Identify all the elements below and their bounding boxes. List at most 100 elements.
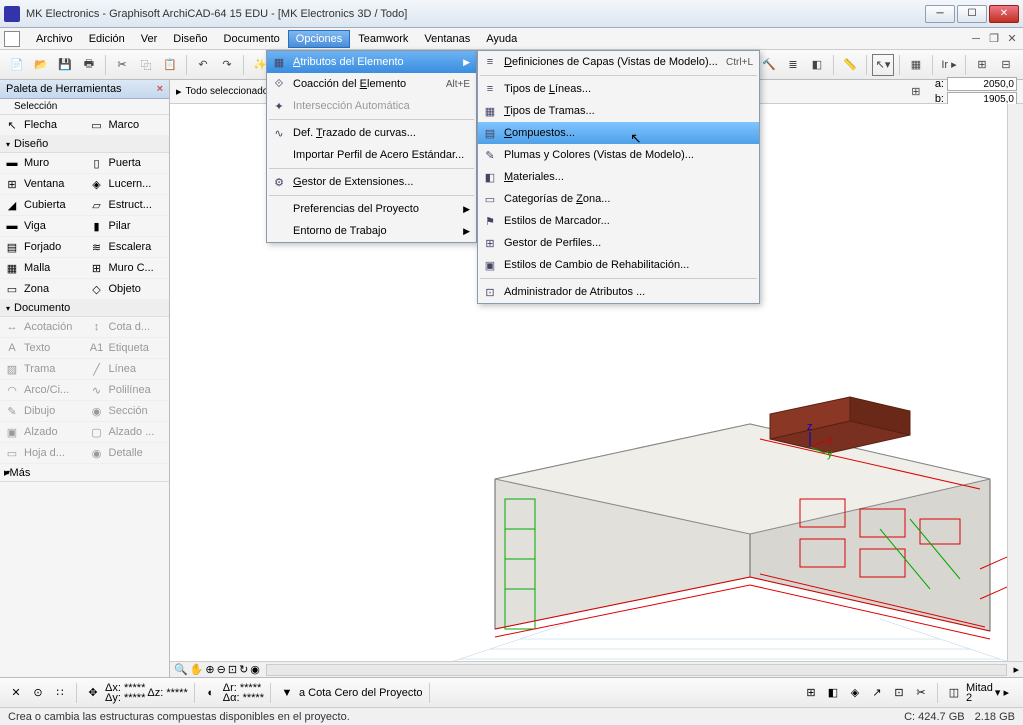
menu-item[interactable]: ⊞Gestor de Perfiles... [478,232,759,254]
tool-objeto[interactable]: ◇Objeto [85,279,170,300]
menu-ventanas[interactable]: Ventanas [416,30,478,48]
tool-forjado[interactable]: ▤Forjado [0,237,85,258]
nav-icon3[interactable]: ⊕ [205,663,214,676]
tool-polilnea[interactable]: ∿Polilínea [85,380,170,401]
menu-item[interactable]: ⚙Gestor de Extensiones... [267,171,476,193]
tb-open[interactable]: 📂 [30,54,52,76]
bb-snap[interactable]: ⊙ [28,683,48,703]
tb-ir[interactable]: Ir ▸ [938,54,960,76]
nav-icon5[interactable]: ⊡ [228,663,237,676]
nav-icon7[interactable]: ◉ [250,663,260,676]
bb-t2[interactable]: ◧ [823,683,843,703]
menu-item[interactable]: ⊡Administrador de Atributos ... [478,281,759,303]
section-documento[interactable]: Documento [0,300,169,317]
tb-new[interactable]: 📄 [6,54,28,76]
menu-documento[interactable]: Documento [216,30,288,48]
bb-origin[interactable]: ✕ [6,683,26,703]
tb-layer[interactable]: ≣ [782,54,804,76]
menu-item[interactable]: Preferencias del Proyecto▶ [267,198,476,220]
menu-teamwork[interactable]: Teamwork [350,30,416,48]
tb-redo[interactable]: ↷ [216,54,238,76]
menu-item[interactable]: ▤Compuestos... [478,122,759,144]
menu-archivo[interactable]: Archivo [28,30,81,48]
mdi-restore[interactable]: ❐ [987,32,1001,46]
nav-icon6[interactable]: ↻ [239,663,248,676]
tool-cubierta[interactable]: ◢Cubierta [0,195,85,216]
menu-item[interactable]: ⚑Estilos de Marcador... [478,210,759,232]
tool-lnea[interactable]: ╱Línea [85,359,170,380]
tool-detalle[interactable]: ◉Detalle [85,443,170,464]
menu-item[interactable]: ▭Categorías de Zona... [478,188,759,210]
menu-item[interactable]: Entorno de Trabajo▶ [267,220,476,242]
mdi-close[interactable]: ✕ [1005,32,1019,46]
palette-close[interactable]: × [157,83,163,95]
tool-hojad[interactable]: ▭Hoja d... [0,443,85,464]
bb-t3[interactable]: ◈ [845,683,865,703]
menu-item[interactable]: ⟐Coacción del ElementoAlt+E [267,73,476,95]
bb-t1[interactable]: ⊞ [801,683,821,703]
nav-right-icon[interactable]: ▸ [1013,663,1019,676]
menu-ayuda[interactable]: Ayuda [478,30,525,48]
bb-move[interactable]: ✥ [83,683,103,703]
menu-item[interactable]: ▦Atributos del Elemento▶ [267,51,476,73]
tb-measure[interactable]: 📏 [839,54,861,76]
tool-zona[interactable]: ▭Zona [0,279,85,300]
tb-cut[interactable]: ✂ [111,54,133,76]
mdi-minimize[interactable]: ─ [969,32,983,46]
bb-elev-icon[interactable]: ▼ [277,683,297,703]
section-diseno[interactable]: Diseño [0,136,169,153]
tb-undo[interactable]: ↶ [192,54,214,76]
vertical-scrollbar[interactable] [1007,104,1023,661]
tb-paste[interactable]: 📋 [159,54,181,76]
tool-alzado[interactable]: ▢Alzado ... [85,422,170,443]
tb-plot[interactable]: 🖶 [78,54,100,76]
bb-scale-icon[interactable]: ◫ [944,683,964,703]
tool-puerta[interactable]: ▯Puerta [85,153,170,174]
coord-icon[interactable]: ⊞ [905,81,927,103]
tool-escalera[interactable]: ≋Escalera [85,237,170,258]
tool-texto[interactable]: ATexto [0,338,85,359]
tb-save[interactable]: 💾 [54,54,76,76]
tool-muro[interactable]: ▬Muro [0,153,85,174]
menu-item[interactable]: ∿Def. Trazado de curvas... [267,122,476,144]
tb-trace[interactable]: ◧ [806,54,828,76]
tool-estruct[interactable]: ▱Estruct... [85,195,170,216]
tb-extra2[interactable]: ⊟ [995,54,1017,76]
nav-icon2[interactable]: ✋ [190,663,204,676]
tool-cotad[interactable]: ↕Cota d... [85,317,170,338]
tb-copy[interactable]: ⿻ [135,54,157,76]
tb-reno[interactable]: 🔨 [758,54,780,76]
bb-polar[interactable]: ◐ [201,683,221,703]
menu-item[interactable]: ▣Estilos de Cambio de Rehabilitación... [478,254,759,276]
menu-item[interactable]: ◧Materiales... [478,166,759,188]
tool-ventana[interactable]: ⊞Ventana [0,174,85,195]
bb-t5[interactable]: ⊡ [889,683,909,703]
menu-item[interactable]: Importar Perfil de Acero Estándar... [267,144,476,166]
close-button[interactable]: ✕ [989,5,1019,23]
maximize-button[interactable]: ☐ [957,5,987,23]
tb-grid[interactable]: ▦ [905,54,927,76]
menu-ver[interactable]: Ver [133,30,166,48]
tool-lucern[interactable]: ◈Lucern... [85,174,170,195]
bb-t6[interactable]: ✂ [911,683,931,703]
horizontal-scrollbar[interactable] [266,664,1008,676]
tool-dibujo[interactable]: ✎Dibujo [0,401,85,422]
tool-viga[interactable]: ▬Viga [0,216,85,237]
menu-item[interactable]: ≡Definiciones de Capas (Vistas de Modelo… [478,51,759,73]
tb-sel-mode[interactable]: ↖▾ [872,54,894,76]
menu-diseno[interactable]: Diseño [165,30,215,48]
tool-arcoci[interactable]: ◠Arco/Ci... [0,380,85,401]
nav-icon4[interactable]: ⊖ [217,663,226,676]
section-mas[interactable]: ▸ Más [0,464,169,482]
tb-extra1[interactable]: ⊞ [971,54,993,76]
tool-etiqueta[interactable]: A1Etiqueta [85,338,170,359]
minimize-button[interactable]: ─ [925,5,955,23]
bb-t4[interactable]: ↗ [867,683,887,703]
tool-trama[interactable]: ▨Trama [0,359,85,380]
tool-malla[interactable]: ▦Malla [0,258,85,279]
menu-item[interactable]: ≡Tipos de Líneas... [478,78,759,100]
menu-item[interactable]: ▦Tipos de Tramas... [478,100,759,122]
tool-alzado[interactable]: ▣Alzado [0,422,85,443]
tool-seccin[interactable]: ◉Sección [85,401,170,422]
tool-acotacin[interactable]: ↔Acotación [0,317,85,338]
